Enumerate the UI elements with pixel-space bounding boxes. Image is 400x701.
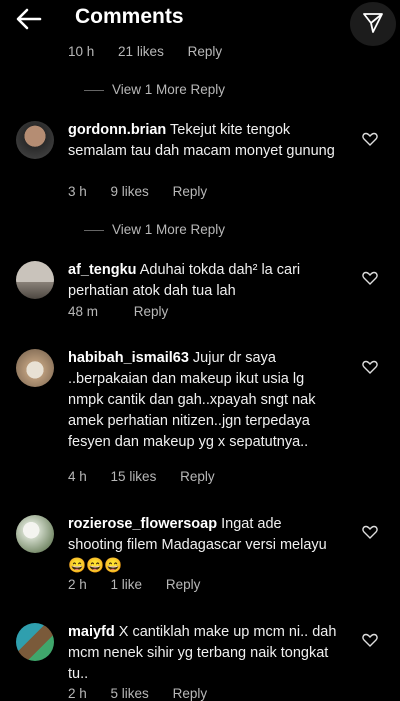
heart-icon[interactable] <box>362 632 378 648</box>
comment-time: 4 h <box>68 469 87 484</box>
avatar[interactable] <box>16 349 54 387</box>
comment-meta-row: 3 h 9 likes Reply <box>68 184 207 199</box>
comment-likes[interactable]: 5 likes <box>111 686 149 701</box>
avatar[interactable] <box>16 261 54 299</box>
comment-time: 2 h <box>68 577 87 592</box>
comment-username[interactable]: rozierose_flowersoap <box>68 516 217 532</box>
comment-text: rozierose_flowersoap Ingat ade shooting … <box>68 514 340 577</box>
comment-username[interactable]: habibah_ismail63 <box>68 350 189 366</box>
heart-icon[interactable] <box>362 131 378 147</box>
reply-meta-row: 10 h 21 likes Reply <box>68 44 222 59</box>
reply-button[interactable]: Reply <box>188 44 223 59</box>
back-button[interactable] <box>14 6 44 32</box>
comment-likes[interactable]: 9 likes <box>111 184 149 199</box>
comment-text: maiyfd X cantiklah make up mcm ni.. dah … <box>68 622 340 685</box>
divider-line <box>84 89 104 91</box>
divider-line <box>84 229 104 231</box>
avatar[interactable] <box>16 623 54 661</box>
reply-button[interactable]: Reply <box>173 184 208 199</box>
comment-username[interactable]: maiyfd <box>68 624 115 640</box>
comment-meta-row: 48 m Reply <box>68 304 168 319</box>
view-more-replies[interactable]: View 1 More Reply <box>84 222 225 237</box>
reply-button[interactable]: Reply <box>180 469 215 484</box>
comment-time: 48 m <box>68 304 99 319</box>
comment-meta-row: 2 h 5 likes Reply <box>68 686 207 701</box>
heart-icon[interactable] <box>362 270 378 286</box>
comment-likes[interactable]: 1 like <box>111 577 143 592</box>
direct-message-icon <box>363 13 383 33</box>
reply-button[interactable]: Reply <box>173 686 208 701</box>
view-more-label: View 1 More Reply <box>112 82 226 97</box>
reply-button[interactable]: Reply <box>166 577 201 592</box>
header-bar: Comments <box>0 0 400 46</box>
comment-text: af_tengku Aduhai tokda dah² la cari perh… <box>68 260 340 302</box>
comment-text: habibah_ismail63 Jujur dr saya ..berpaka… <box>68 348 340 453</box>
avatar[interactable] <box>16 121 54 159</box>
heart-icon[interactable] <box>362 359 378 375</box>
view-more-label: View 1 More Reply <box>112 222 226 237</box>
avatar[interactable] <box>16 515 54 553</box>
comment-meta-row: 2 h 1 like Reply <box>68 577 200 592</box>
reply-time: 10 h <box>68 44 95 59</box>
heart-icon[interactable] <box>362 524 378 540</box>
comment-time: 2 h <box>68 686 87 701</box>
back-arrow-icon <box>16 8 42 30</box>
comment-text: gordonn.brian Tekejut kite tengok semala… <box>68 120 340 162</box>
filter-button[interactable] <box>350 2 396 46</box>
comment-meta-row: 4 h 15 likes Reply <box>68 469 215 484</box>
reply-button[interactable]: Reply <box>134 304 169 319</box>
comment-likes[interactable]: 15 likes <box>111 469 157 484</box>
view-more-replies[interactable]: View 1 More Reply <box>84 82 225 97</box>
reply-likes[interactable]: 21 likes <box>118 44 164 59</box>
page-title: Comments <box>75 5 184 28</box>
comment-username[interactable]: gordonn.brian <box>68 122 166 138</box>
comment-username[interactable]: af_tengku <box>68 262 137 278</box>
comment-time: 3 h <box>68 184 87 199</box>
